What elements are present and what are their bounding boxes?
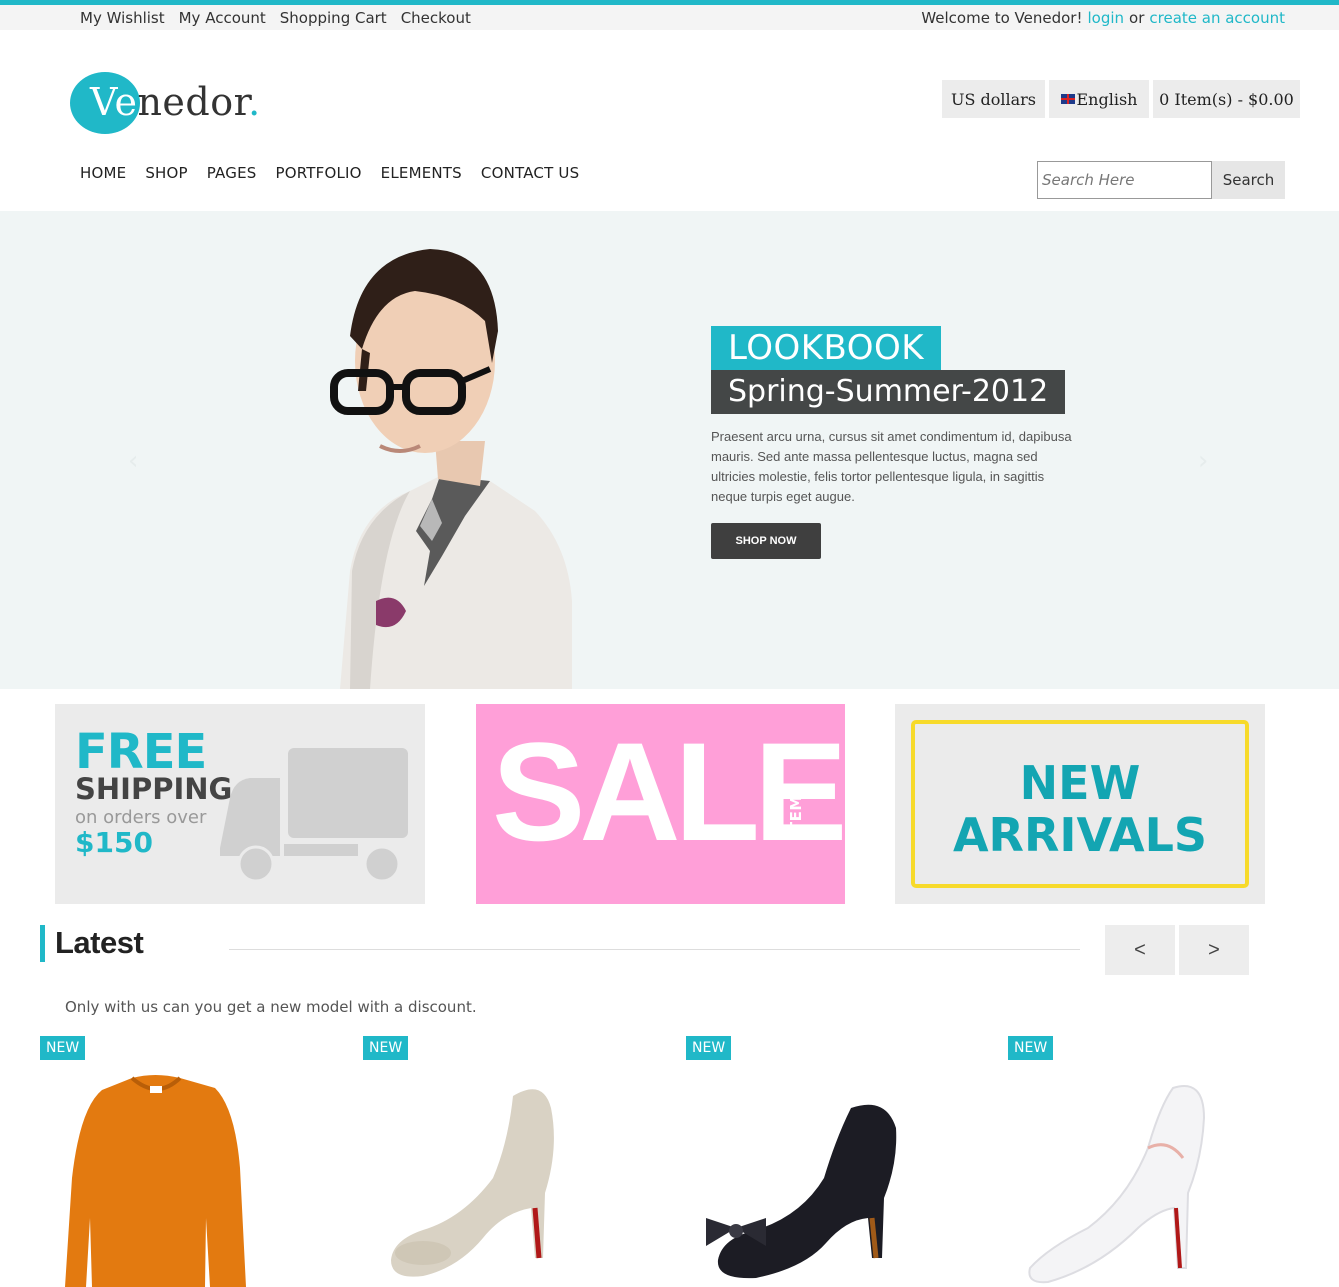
currency-label: US dollars bbox=[950, 89, 1037, 109]
latest-title: Latest bbox=[55, 925, 144, 960]
latest-prev-button[interactable]: < bbox=[1105, 925, 1175, 975]
currency-selector[interactable]: US dollars bbox=[942, 80, 1045, 118]
search-input[interactable] bbox=[1037, 161, 1212, 199]
welcome-message: Welcome to Venedor! login or create an a… bbox=[921, 5, 1285, 30]
create-account-link[interactable]: create an account bbox=[1149, 9, 1285, 27]
lookbook-title: LOOKBOOK bbox=[711, 326, 942, 370]
truck-icon bbox=[220, 748, 408, 883]
hero-slider: ‹ › LOOKBOOK Spring-Summer-2012 Praesent… bbox=[0, 211, 1339, 689]
free-shipping-banner[interactable]: FREE SHIPPING on orders over $150 bbox=[55, 704, 425, 904]
or-text: or bbox=[1129, 8, 1145, 27]
latest-description: Only with us can you get a new model wit… bbox=[65, 998, 477, 1016]
product-card[interactable]: NEW bbox=[686, 1036, 956, 1287]
nav-elements[interactable]: ELEMENTS bbox=[381, 164, 462, 182]
orders-over-text: on orders over bbox=[75, 807, 207, 828]
cart-summary-label: 0 Item(s) - $0.00 bbox=[1159, 89, 1294, 109]
new-badge: NEW bbox=[363, 1036, 409, 1060]
white-stiletto-image bbox=[1028, 1085, 1206, 1284]
top-links: My Wishlist My Account Shopping Cart Che… bbox=[80, 5, 471, 30]
nav-pages[interactable]: PAGES bbox=[207, 164, 257, 182]
shopping-cart-link[interactable]: Shopping Cart bbox=[280, 9, 387, 27]
new-badge: NEW bbox=[686, 1036, 732, 1060]
cart-summary-button[interactable]: 0 Item(s) - $0.00 bbox=[1153, 80, 1300, 118]
product-card[interactable]: NEW bbox=[40, 1036, 310, 1287]
shipping-text: SHIPPING bbox=[75, 772, 233, 806]
latest-divider bbox=[229, 949, 1080, 950]
language-selector[interactable]: English bbox=[1049, 80, 1149, 118]
shop-now-button[interactable]: SHOP NOW bbox=[711, 523, 821, 559]
main-nav: HOME SHOP PAGES PORTFOLIO ELEMENTS CONTA… bbox=[80, 164, 598, 182]
orange-sweater-image bbox=[65, 1075, 246, 1287]
checkout-link[interactable]: Checkout bbox=[401, 9, 471, 27]
login-link[interactable]: login bbox=[1087, 9, 1124, 27]
lookbook-subtitle: Spring-Summer-2012 bbox=[711, 370, 1066, 414]
lookbook-description: Praesent arcu urna, cursus sit amet cond… bbox=[711, 429, 1072, 504]
new-arrivals-frame: NEW ARRIVALS bbox=[911, 720, 1249, 888]
latest-next-button[interactable]: > bbox=[1179, 925, 1249, 975]
language-label: English bbox=[1076, 89, 1138, 109]
new-badge: NEW bbox=[1008, 1036, 1054, 1060]
product-card[interactable]: NEW bbox=[1008, 1036, 1278, 1287]
nav-portfolio[interactable]: PORTFOLIO bbox=[275, 164, 361, 182]
many-items-label: MANY ITEMS bbox=[769, 783, 805, 839]
shipping-threshold: $150 bbox=[75, 826, 153, 859]
slider-next-arrow[interactable]: › bbox=[1198, 446, 1208, 476]
nav-shop[interactable]: SHOP bbox=[145, 164, 187, 182]
welcome-text: Welcome to Venedor! bbox=[921, 8, 1083, 27]
nav-home[interactable]: HOME bbox=[80, 164, 126, 182]
sale-banner[interactable]: SALE MANY ITEMS bbox=[476, 704, 845, 904]
slider-prev-arrow[interactable]: ‹ bbox=[128, 446, 138, 476]
nav-contact-us[interactable]: CONTACT US bbox=[481, 164, 579, 182]
new-badge: NEW bbox=[40, 1036, 86, 1060]
my-account-link[interactable]: My Account bbox=[179, 9, 266, 27]
product-card[interactable]: NEW bbox=[363, 1036, 633, 1287]
logo-text: Venedor. bbox=[90, 80, 261, 124]
new-arrivals-text: NEW ARRIVALS bbox=[952, 756, 1208, 862]
uk-flag-icon bbox=[1060, 94, 1075, 104]
glitter-heel-image bbox=[391, 1089, 554, 1277]
black-bow-heel-image bbox=[706, 1104, 897, 1279]
hero-model-image bbox=[330, 249, 572, 689]
latest-accent-bar bbox=[40, 925, 45, 962]
wishlist-link[interactable]: My Wishlist bbox=[80, 9, 165, 27]
new-arrivals-banner[interactable]: NEW ARRIVALS bbox=[895, 704, 1265, 904]
search-button[interactable]: Search bbox=[1212, 161, 1285, 199]
